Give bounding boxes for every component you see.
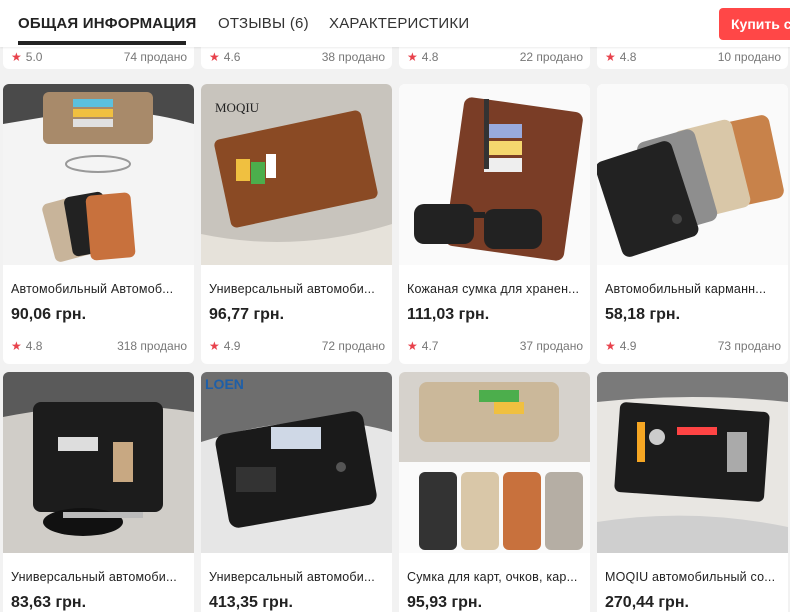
product-price: 90,06 грн. [11,306,87,323]
moqiu-logo: MOQIU [215,100,260,115]
product-meta: ★ 5.0 74 продано [11,50,187,66]
product-card[interactable]: LOEN Универсальный автомоби... 413,35 гр… [201,372,392,612]
product-price: 111,03 грн. [407,306,490,323]
product-rating: 4.8 [421,50,439,64]
product-sold-count: 22 продано [519,50,583,64]
product-image[interactable] [399,84,590,265]
loen-logo: LOEN [205,376,244,392]
product-sold-count: 38 продано [321,50,385,64]
product-price: 58,18 грн. [605,306,681,323]
product-meta: ★ 4.9 73 продано [605,339,781,355]
product-card[interactable]: Автомобильный карманн... 58,18 грн. ★ 4.9… [597,84,788,364]
product-title[interactable]: Универсальный автомоби... [209,570,385,584]
product-price: 83,63 грн. [11,594,87,611]
product-rating: 4.9 [619,339,637,353]
product-meta: ★ 4.7 37 продано [407,339,583,355]
active-tab-indicator [18,41,186,45]
product-image[interactable] [3,372,194,553]
product-image[interactable] [597,372,788,553]
product-meta: ★ 4.6 38 продано [209,50,385,66]
product-sold-count: 318 продано [117,339,187,353]
product-card[interactable]: MOQIU Универсальный автомоби... 96,77 гр… [201,84,392,364]
product-sold-count: 10 продано [717,50,781,64]
product-card[interactable]: Кожаная сумка для хранен... 111,03 грн. … [399,84,590,364]
product-title[interactable]: Универсальный автомоби... [11,570,187,584]
product-rating: 4.9 [223,339,241,353]
product-title[interactable]: Автомобильный карманн... [605,282,781,296]
star-icon: ★ [209,50,220,64]
product-sold-count: 72 продано [321,339,385,353]
product-sold-count: 37 продано [519,339,583,353]
buy-button[interactable]: Купить се [719,8,790,40]
product-rating: 4.8 [25,339,43,353]
product-image[interactable]: LOEN [201,372,392,553]
star-icon: ★ [407,50,418,64]
product-rating: 5.0 [25,50,43,64]
star-icon: ★ [407,339,418,353]
product-meta: ★ 4.8 22 продано [407,50,583,66]
product-card[interactable]: Универсальный автомоби... 83,63 грн. [3,372,194,612]
product-image[interactable] [399,372,590,553]
product-rating: 4.6 [223,50,241,64]
star-icon: ★ [11,50,22,64]
tab-characteristics[interactable]: ХАРАКТЕРИСТИКИ [329,15,469,32]
product-image[interactable] [597,84,788,265]
tab-general-info[interactable]: ОБЩАЯ ИНФОРМАЦИЯ [18,15,196,32]
star-icon: ★ [605,50,616,64]
product-meta: ★ 4.8 10 продано [605,50,781,66]
product-rating: 4.8 [619,50,637,64]
product-sold-count: 74 продано [123,50,187,64]
star-icon: ★ [209,339,220,353]
product-card[interactable]: Автомобильный Автомоб... 90,06 грн. ★ 4.8… [3,84,194,364]
product-title[interactable]: Автомобильный Автомоб... [11,282,187,296]
product-rating: 4.7 [421,339,439,353]
product-price: 270,44 грн. [605,594,689,611]
product-image[interactable] [3,84,194,265]
product-image[interactable]: MOQIU [201,84,392,265]
product-meta: ★ 4.9 72 продано [209,339,385,355]
product-sold-count: 73 продано [717,339,781,353]
product-meta: ★ 4.8 318 продано [11,339,187,355]
product-card[interactable]: MOQIU автомобильный со... 270,44 грн. [597,372,788,612]
product-tab-bar: ОБЩАЯ ИНФОРМАЦИЯ ОТЗЫВЫ (6) ХАРАКТЕРИСТИ… [0,0,790,47]
product-grid: ★ 5.0 74 продано ★ 4.6 38 продано ★ 4.8 22 … [0,0,790,612]
product-title[interactable]: Сумка для карт, очков, кар... [407,570,583,584]
product-price: 413,35 грн. [209,594,293,611]
product-price: 95,93 грн. [407,594,483,611]
product-title[interactable]: Кожаная сумка для хранен... [407,282,583,296]
star-icon: ★ [605,339,616,353]
product-title[interactable]: MOQIU автомобильный со... [605,570,781,584]
star-icon: ★ [11,339,22,353]
tab-reviews[interactable]: ОТЗЫВЫ (6) [218,15,309,32]
product-title[interactable]: Универсальный автомоби... [209,282,385,296]
product-price: 96,77 грн. [209,306,285,323]
product-card[interactable]: Сумка для карт, очков, кар... 95,93 грн. [399,372,590,612]
